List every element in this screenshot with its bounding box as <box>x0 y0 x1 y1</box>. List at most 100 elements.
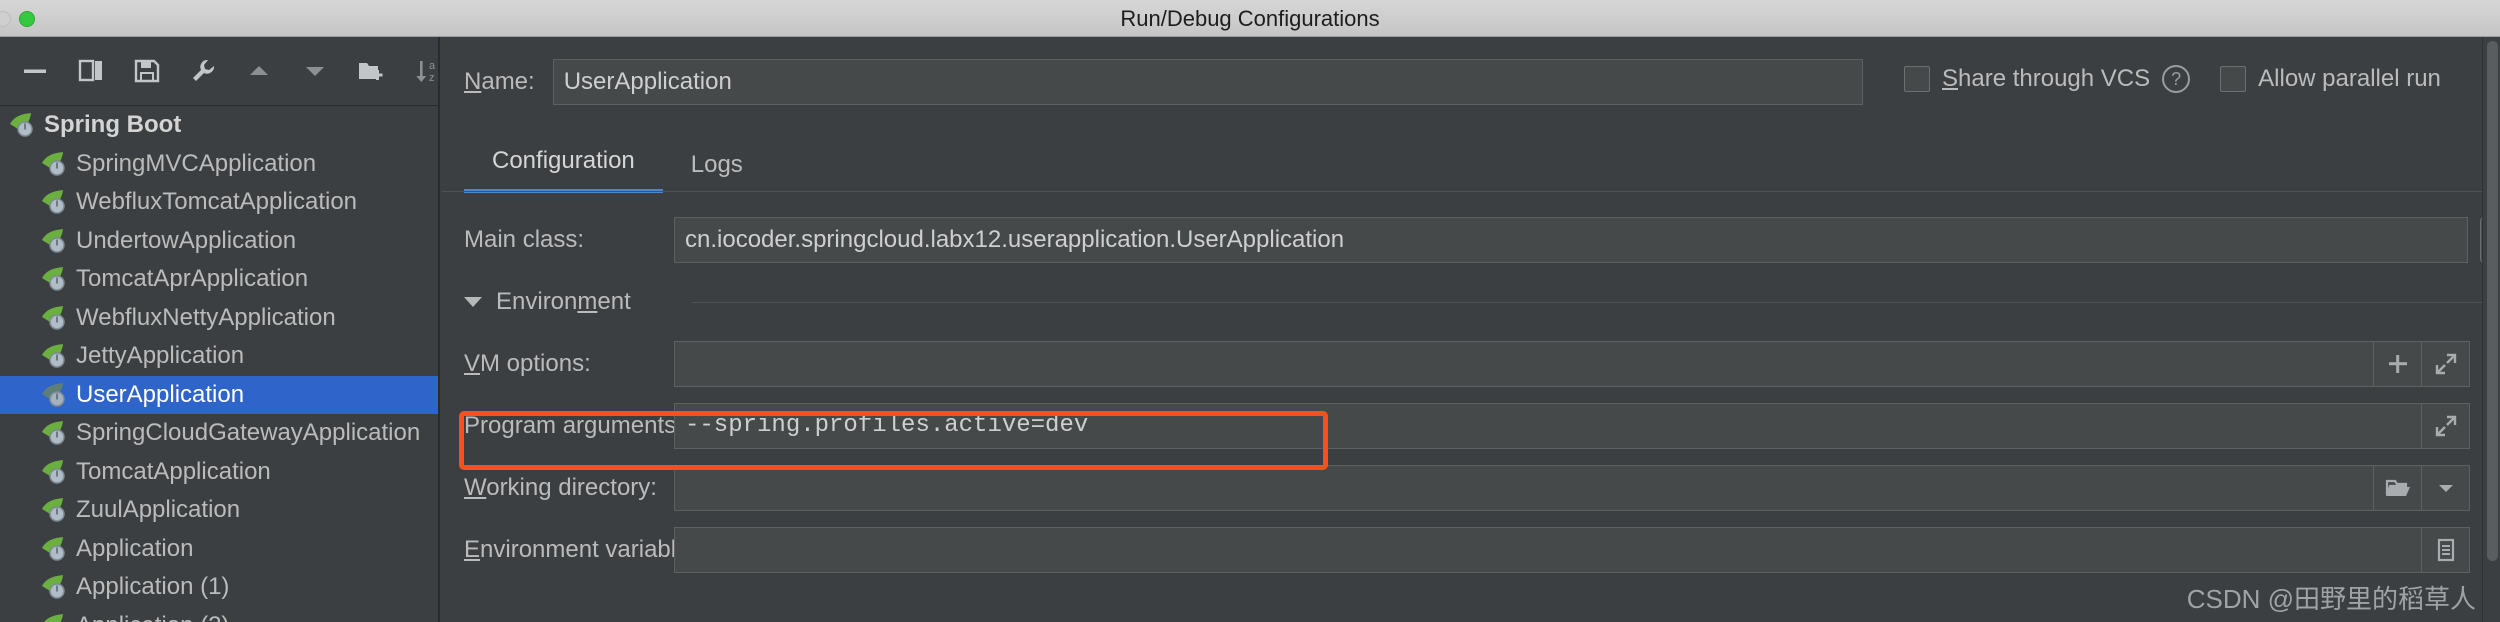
tree-item-tomcatapplication[interactable]: TomcatApplication <box>0 453 438 492</box>
title-bar: Run/Debug Configurations <box>0 0 2500 37</box>
tab-configuration[interactable]: Configuration <box>464 147 663 193</box>
expand-editor-icon[interactable] <box>2422 403 2470 449</box>
tree-item-label: WebfluxTomcatApplication <box>76 188 358 216</box>
working-directory-input[interactable] <box>674 465 2374 511</box>
configurations-sidebar: a z Spring Boot SpringMVCApplication Web… <box>0 37 440 622</box>
folder-icon[interactable] <box>2374 465 2422 511</box>
tree-item-label: UserApplication <box>76 380 245 408</box>
name-label-rest: ame: <box>481 68 535 95</box>
tree-group-spring-boot[interactable]: Spring Boot <box>0 106 438 145</box>
new-folder-icon[interactable] <box>356 53 386 89</box>
allow-parallel-run-checkbox[interactable] <box>2220 66 2247 92</box>
tree-item-label: SpringMVCApplication <box>76 149 317 177</box>
arrow-down-icon[interactable] <box>300 53 330 89</box>
chevron-down-icon[interactable] <box>2422 465 2470 511</box>
tree-item-springcloudgatewayapplication[interactable]: SpringCloudGatewayApplication <box>0 414 438 453</box>
expand-editor-icon[interactable] <box>2422 341 2470 387</box>
spring-boot-leaf-icon <box>42 305 65 330</box>
tree-item-zuulapplication[interactable]: ZuulApplication <box>0 491 438 530</box>
configuration-editor: Name: Share through VCS ? Allow parallel… <box>442 37 2500 622</box>
main-class-row: Main class: ... <box>442 209 2500 271</box>
tree-item-application-1[interactable]: Application (1) <box>0 568 438 607</box>
arrow-up-icon[interactable] <box>244 53 274 89</box>
vertical-scrollbar[interactable] <box>2482 37 2500 622</box>
sidebar-toolbar: a z <box>0 37 440 105</box>
share-through-vcs-label: Share through VCS <box>1942 65 2150 93</box>
spring-boot-leaf-icon <box>42 575 65 599</box>
tree-item-label: UndertowApplication <box>76 226 297 254</box>
spring-boot-leaf-icon <box>42 190 65 214</box>
tree-item-label: Application <box>76 534 194 562</box>
main-class-input[interactable] <box>674 217 2468 263</box>
scrollbar-thumb[interactable] <box>2487 41 2498 561</box>
main-class-label: Main class: <box>464 226 585 253</box>
env-label-a: Environ <box>496 288 578 315</box>
tab-divider <box>442 191 2500 192</box>
name-label: Name: <box>464 68 535 96</box>
name-label-mnemonic: N <box>464 68 482 95</box>
tree-item-webfluxnettyapplication[interactable]: WebfluxNettyApplication <box>0 299 438 338</box>
wrench-icon[interactable] <box>188 53 218 89</box>
copy-icon[interactable] <box>76 53 106 89</box>
tree-item-springmvcapplication[interactable]: SpringMVCApplication <box>0 145 438 184</box>
vm-options-label: VM options: <box>464 350 591 378</box>
tree-item-undertowapplication[interactable]: UndertowApplication <box>0 222 438 261</box>
env-label-mnemonic: m <box>577 288 598 315</box>
sort-az-icon[interactable]: a z <box>412 53 442 89</box>
remove-icon[interactable] <box>20 53 50 89</box>
wd-rest: orking directory: <box>486 474 657 501</box>
svg-text:a: a <box>429 60 436 72</box>
vm-options-control <box>674 341 2470 387</box>
environment-section-toggle[interactable]: Environment <box>464 288 631 316</box>
chevron-down-icon <box>464 297 482 307</box>
program-arguments-control <box>674 403 2470 449</box>
working-directory-row: Working directory: <box>442 457 2500 519</box>
working-directory-label: Working directory: <box>464 474 657 502</box>
header-options: Share through VCS ? Allow parallel run <box>1904 65 2441 93</box>
ev-mnemonic: E <box>464 536 481 563</box>
environment-variables-control <box>674 527 2470 573</box>
tree-item-application[interactable]: Application <box>0 530 438 569</box>
save-icon[interactable] <box>132 53 162 89</box>
name-input[interactable] <box>552 59 1863 105</box>
configurations-tree[interactable]: Spring Boot SpringMVCApplication Webflux… <box>0 105 438 622</box>
vm-options-input[interactable] <box>674 341 2374 387</box>
edit-variables-icon[interactable] <box>2422 527 2470 573</box>
tree-item-userapplication[interactable]: UserApplication <box>0 375 438 414</box>
pa-a: Program ar <box>464 412 585 439</box>
program-arguments-label: Program arguments: <box>464 412 683 440</box>
tree-item-application-2[interactable]: Application (2) <box>0 607 438 622</box>
tree-item-webfluxtomcatapplication[interactable]: WebfluxTomcatApplication <box>0 183 438 222</box>
program-arguments-row: Program arguments: <box>442 395 2500 457</box>
env-label-b: ent <box>597 288 631 315</box>
svg-text:z: z <box>429 72 435 84</box>
spring-boot-leaf-icon <box>42 228 65 253</box>
tab-logs[interactable]: Logs <box>663 151 771 193</box>
name-row: Name: <box>464 59 1863 105</box>
environment-variables-input[interactable] <box>674 527 2422 573</box>
help-icon[interactable]: ? <box>2162 65 2191 93</box>
tree-item-label: TomcatApplication <box>76 457 271 485</box>
tree-item-label: SpringCloudGatewayApplication <box>76 419 421 447</box>
add-macro-icon[interactable] <box>2374 341 2422 387</box>
vm-options-row: VM options: <box>442 333 2500 395</box>
configuration-form: Main class: ... Environment VM options: <box>442 209 2500 581</box>
spring-boot-leaf-icon <box>42 498 65 522</box>
environment-section-label: Environment <box>496 288 631 316</box>
spring-boot-leaf-icon <box>42 421 65 445</box>
share-vcs-mnemonic: S <box>1942 65 1959 92</box>
tree-item-label: TomcatAprApplication <box>76 265 309 293</box>
environment-variables-row: Environment variables: <box>442 519 2500 581</box>
program-arguments-input[interactable] <box>674 403 2422 449</box>
section-divider <box>692 302 2482 303</box>
working-directory-control <box>674 465 2470 511</box>
share-through-vcs-checkbox[interactable] <box>1904 66 1930 92</box>
spring-boot-leaf-icon <box>42 536 65 561</box>
allow-parallel-run-label: Allow parallel run <box>2258 65 2441 92</box>
tree-item-jettyapplication[interactable]: JettyApplication <box>0 337 438 376</box>
pa-mnemonic: g <box>584 412 598 439</box>
spring-boot-leaf-icon <box>42 151 65 176</box>
tree-item-tomcataprapplication[interactable]: TomcatAprApplication <box>0 260 438 299</box>
spring-boot-leaf-icon <box>42 382 65 407</box>
spring-boot-leaf-icon <box>42 267 65 291</box>
